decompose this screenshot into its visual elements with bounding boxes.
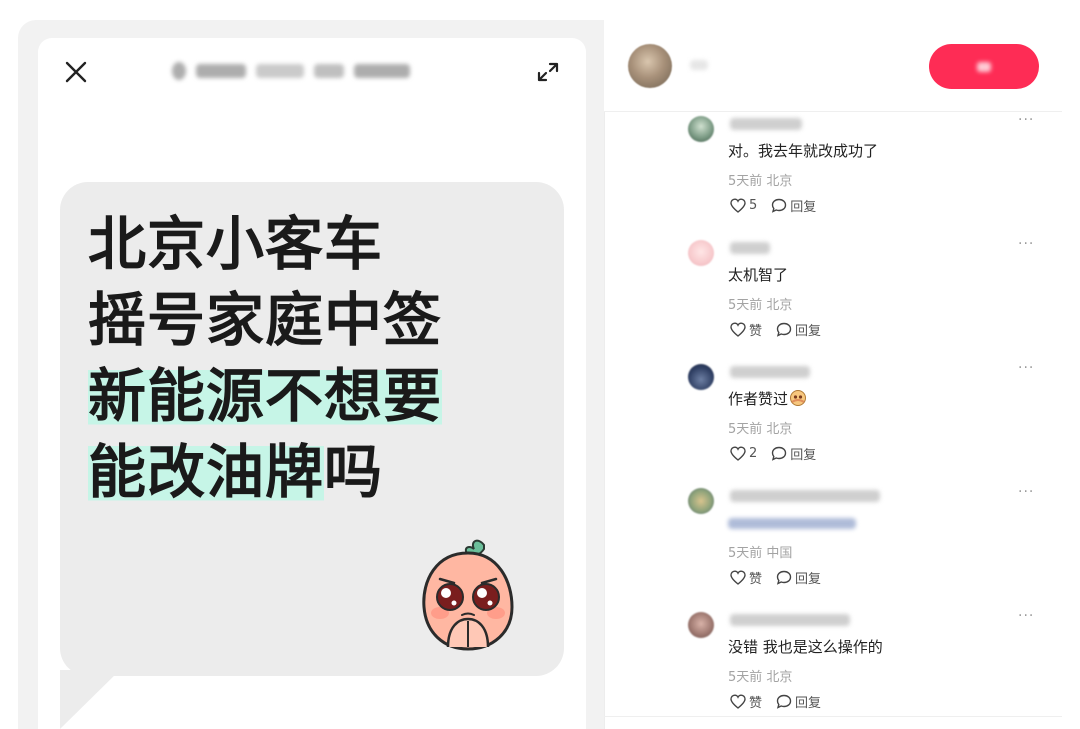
reply-button[interactable]: 回复 — [776, 692, 821, 711]
speech-bubble-icon — [772, 198, 787, 213]
comment-text: 没错 我也是这么操作的 — [728, 638, 883, 656]
commenter-name-redacted — [730, 490, 880, 502]
post-title-redacted — [172, 60, 442, 82]
pleading-peach-sticker — [422, 539, 514, 651]
comment-actions: 赞 回复 — [730, 320, 835, 339]
like-count: 赞 — [749, 696, 763, 711]
commenter-name-redacted — [730, 366, 810, 378]
expand-button[interactable] — [534, 58, 562, 86]
reply-label: 回复 — [795, 572, 822, 587]
commenter-avatar[interactable] — [688, 488, 714, 514]
comment-actions: 2 回复 — [730, 444, 830, 463]
reply-button[interactable]: 回复 — [776, 320, 821, 339]
reply-label: 回复 — [790, 448, 817, 463]
comment-meta: 5天前 北京 — [728, 298, 793, 313]
commenter-avatar[interactable] — [688, 116, 714, 142]
more-options-button[interactable]: ··· — [1018, 112, 1034, 128]
commenter-avatar[interactable] — [688, 612, 714, 638]
more-options-button[interactable]: ··· — [1018, 484, 1034, 500]
peeking-face-emoji-icon — [790, 390, 807, 406]
close-icon — [65, 61, 87, 83]
like-button[interactable]: 赞 — [730, 568, 762, 587]
reply-label: 回复 — [790, 200, 817, 215]
author-avatar[interactable] — [628, 44, 672, 88]
heart-icon — [730, 322, 746, 337]
commenter-name-redacted — [730, 614, 850, 626]
close-button[interactable] — [62, 58, 90, 86]
like-button[interactable]: 5 — [730, 198, 757, 213]
reply-label: 回复 — [795, 324, 822, 339]
comment-actions: 赞 回复 — [730, 568, 835, 587]
like-button[interactable]: 2 — [730, 446, 757, 461]
heart-icon — [730, 694, 746, 709]
like-count: 赞 — [749, 572, 763, 587]
author-name-redacted — [690, 60, 708, 70]
heart-icon — [730, 446, 746, 461]
comment-item: ··· 对。我去年就改成功了 5天前 北京 5 回复 — [688, 112, 1048, 226]
headline-line-1: 北京小客车 — [88, 210, 384, 278]
commenter-avatar[interactable] — [688, 240, 714, 266]
comment-text: 对。我去年就改成功了 — [728, 142, 879, 160]
comment-text-redacted — [728, 518, 856, 529]
comment-item: ··· 作者赞过 5天前 北京 2 回复 — [688, 360, 1048, 474]
speech-bubble-icon — [776, 570, 792, 585]
comment-text: 作者赞过 — [728, 388, 807, 409]
post-headline: 北京小客车 摇号家庭中签 新能源不想要 能改油牌吗 — [88, 206, 443, 510]
headline-line-2: 摇号家庭中签 — [88, 286, 443, 354]
expand-icon — [537, 62, 559, 82]
comment-item: ··· 太机智了 5天前 北京 赞 回复 — [688, 236, 1048, 350]
follow-button[interactable] — [929, 44, 1039, 89]
reply-button[interactable]: 回复 — [771, 444, 816, 463]
reply-button[interactable]: 回复 — [776, 568, 821, 587]
headline-line-4: 能改油牌吗 — [88, 438, 384, 506]
reply-button[interactable]: 回复 — [771, 196, 816, 215]
comment-item: ··· 5天前 中国 赞 回复 — [688, 484, 1048, 598]
heart-icon — [730, 570, 746, 585]
commenter-name-redacted — [730, 242, 770, 254]
more-options-button[interactable]: ··· — [1018, 360, 1034, 376]
more-options-button[interactable]: ··· — [1018, 236, 1034, 252]
heart-icon — [730, 198, 746, 213]
commenter-name-redacted — [730, 118, 802, 130]
speech-bubble-icon — [772, 446, 787, 461]
headline-highlight: 新能源不想要 — [88, 362, 443, 430]
like-button[interactable]: 赞 — [730, 692, 762, 711]
divider — [604, 716, 1062, 717]
speech-bubble-icon — [776, 322, 792, 337]
comment-actions: 赞 回复 — [730, 692, 835, 711]
like-count: 5 — [749, 198, 758, 213]
comment-meta: 5天前 北京 — [728, 422, 793, 437]
comment-meta: 5天前 北京 — [728, 174, 793, 189]
commenter-avatar[interactable] — [688, 364, 714, 390]
reply-label: 回复 — [795, 696, 822, 711]
comment-meta: 5天前 北京 — [728, 670, 793, 685]
comment-text: 太机智了 — [728, 266, 789, 284]
like-count: 赞 — [749, 324, 763, 339]
headline-line-3: 新能源不想要 — [88, 358, 443, 434]
comment-meta: 5天前 中国 — [728, 546, 793, 561]
speech-bubble-icon — [776, 694, 792, 709]
headline-highlight: 能改油牌 — [88, 438, 325, 506]
like-count: 2 — [749, 446, 758, 461]
more-options-button[interactable]: ··· — [1018, 608, 1034, 624]
comment-actions: 5 回复 — [730, 196, 830, 215]
comment-item: ··· 没错 我也是这么操作的 5天前 北京 赞 回复 — [688, 608, 1048, 722]
like-button[interactable]: 赞 — [730, 320, 762, 339]
